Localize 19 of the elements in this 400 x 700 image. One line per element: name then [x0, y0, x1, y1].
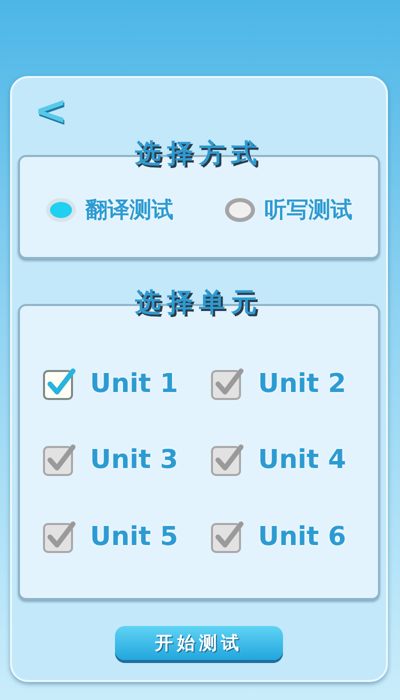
unit-label: Unit 3 — [90, 445, 178, 475]
checkbox[interactable] — [210, 443, 244, 477]
start-button[interactable]: 开始测试 — [115, 626, 283, 660]
section-title: 选择方式 — [135, 138, 263, 171]
checkbox[interactable] — [42, 520, 76, 554]
checkbox[interactable] — [42, 443, 76, 477]
option-label: 翻译测试 — [86, 197, 174, 225]
back-button[interactable]: < — [18, 88, 68, 134]
section-title: 选择单元 — [135, 287, 263, 320]
checkbox[interactable] — [210, 366, 244, 400]
unit-label: Unit 1 — [90, 368, 178, 398]
unit-label: Unit 4 — [258, 445, 346, 475]
unit-label: Unit 5 — [90, 522, 178, 552]
option-label: 听写测试 — [264, 197, 352, 225]
checkbox[interactable] — [210, 520, 244, 554]
checkbox[interactable] — [42, 366, 76, 400]
radio-button[interactable] — [224, 198, 254, 222]
unit-label: Unit 6 — [258, 522, 346, 552]
unit-label: Unit 2 — [258, 368, 346, 398]
